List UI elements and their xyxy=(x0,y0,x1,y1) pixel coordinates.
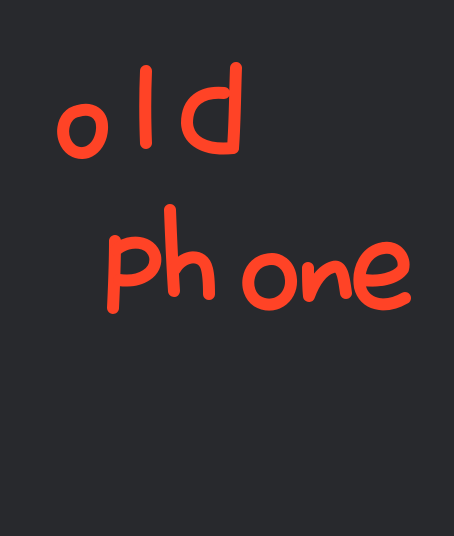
handwritten-line-phone xyxy=(107,204,411,314)
letter-e xyxy=(353,241,411,311)
handwritten-note xyxy=(57,62,411,314)
letter-p-bowl xyxy=(110,236,162,287)
letter-l xyxy=(139,65,152,149)
handwritten-line-old xyxy=(57,62,242,160)
letter-d-bowl xyxy=(181,86,239,155)
letter-n xyxy=(302,260,352,302)
letter-h-stem xyxy=(164,204,180,297)
letter-o-second xyxy=(242,253,297,311)
letter-d-stem xyxy=(227,62,242,154)
drawing-canvas xyxy=(0,0,454,536)
letter-o xyxy=(57,103,108,160)
letter-h-arch xyxy=(169,251,215,300)
